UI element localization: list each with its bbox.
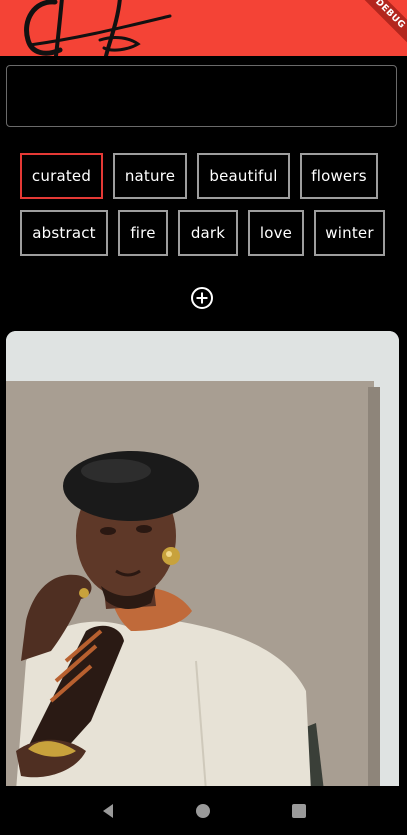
app-bar: DEBUG (0, 0, 407, 56)
back-triangle-icon (102, 803, 113, 818)
search-input[interactable] (6, 65, 397, 127)
recents-square-icon (292, 803, 307, 818)
tag-love[interactable]: love (248, 210, 304, 256)
tag-winter[interactable]: winter (314, 210, 385, 256)
portrait-photo (6, 331, 399, 791)
tag-beautiful[interactable]: beautiful (197, 153, 290, 199)
plus-circle-icon (191, 287, 213, 309)
tag-nature[interactable]: nature (113, 153, 187, 199)
debug-banner: DEBUG (352, 0, 407, 52)
tag-dark[interactable]: dark (178, 210, 238, 256)
home-circle-icon (196, 803, 211, 818)
home-button[interactable] (191, 799, 215, 823)
system-nav-bar (0, 786, 407, 835)
recents-button[interactable] (287, 799, 311, 823)
tag-flowers[interactable]: flowers (300, 153, 378, 199)
photo-card[interactable] (6, 331, 399, 791)
back-button[interactable] (96, 799, 120, 823)
tag-curated[interactable]: curated (20, 153, 103, 199)
tag-abstract[interactable]: abstract (20, 210, 108, 256)
tag-fire[interactable]: fire (118, 210, 168, 256)
script-logo-icon (24, 0, 172, 56)
add-tag-button[interactable] (190, 286, 214, 310)
